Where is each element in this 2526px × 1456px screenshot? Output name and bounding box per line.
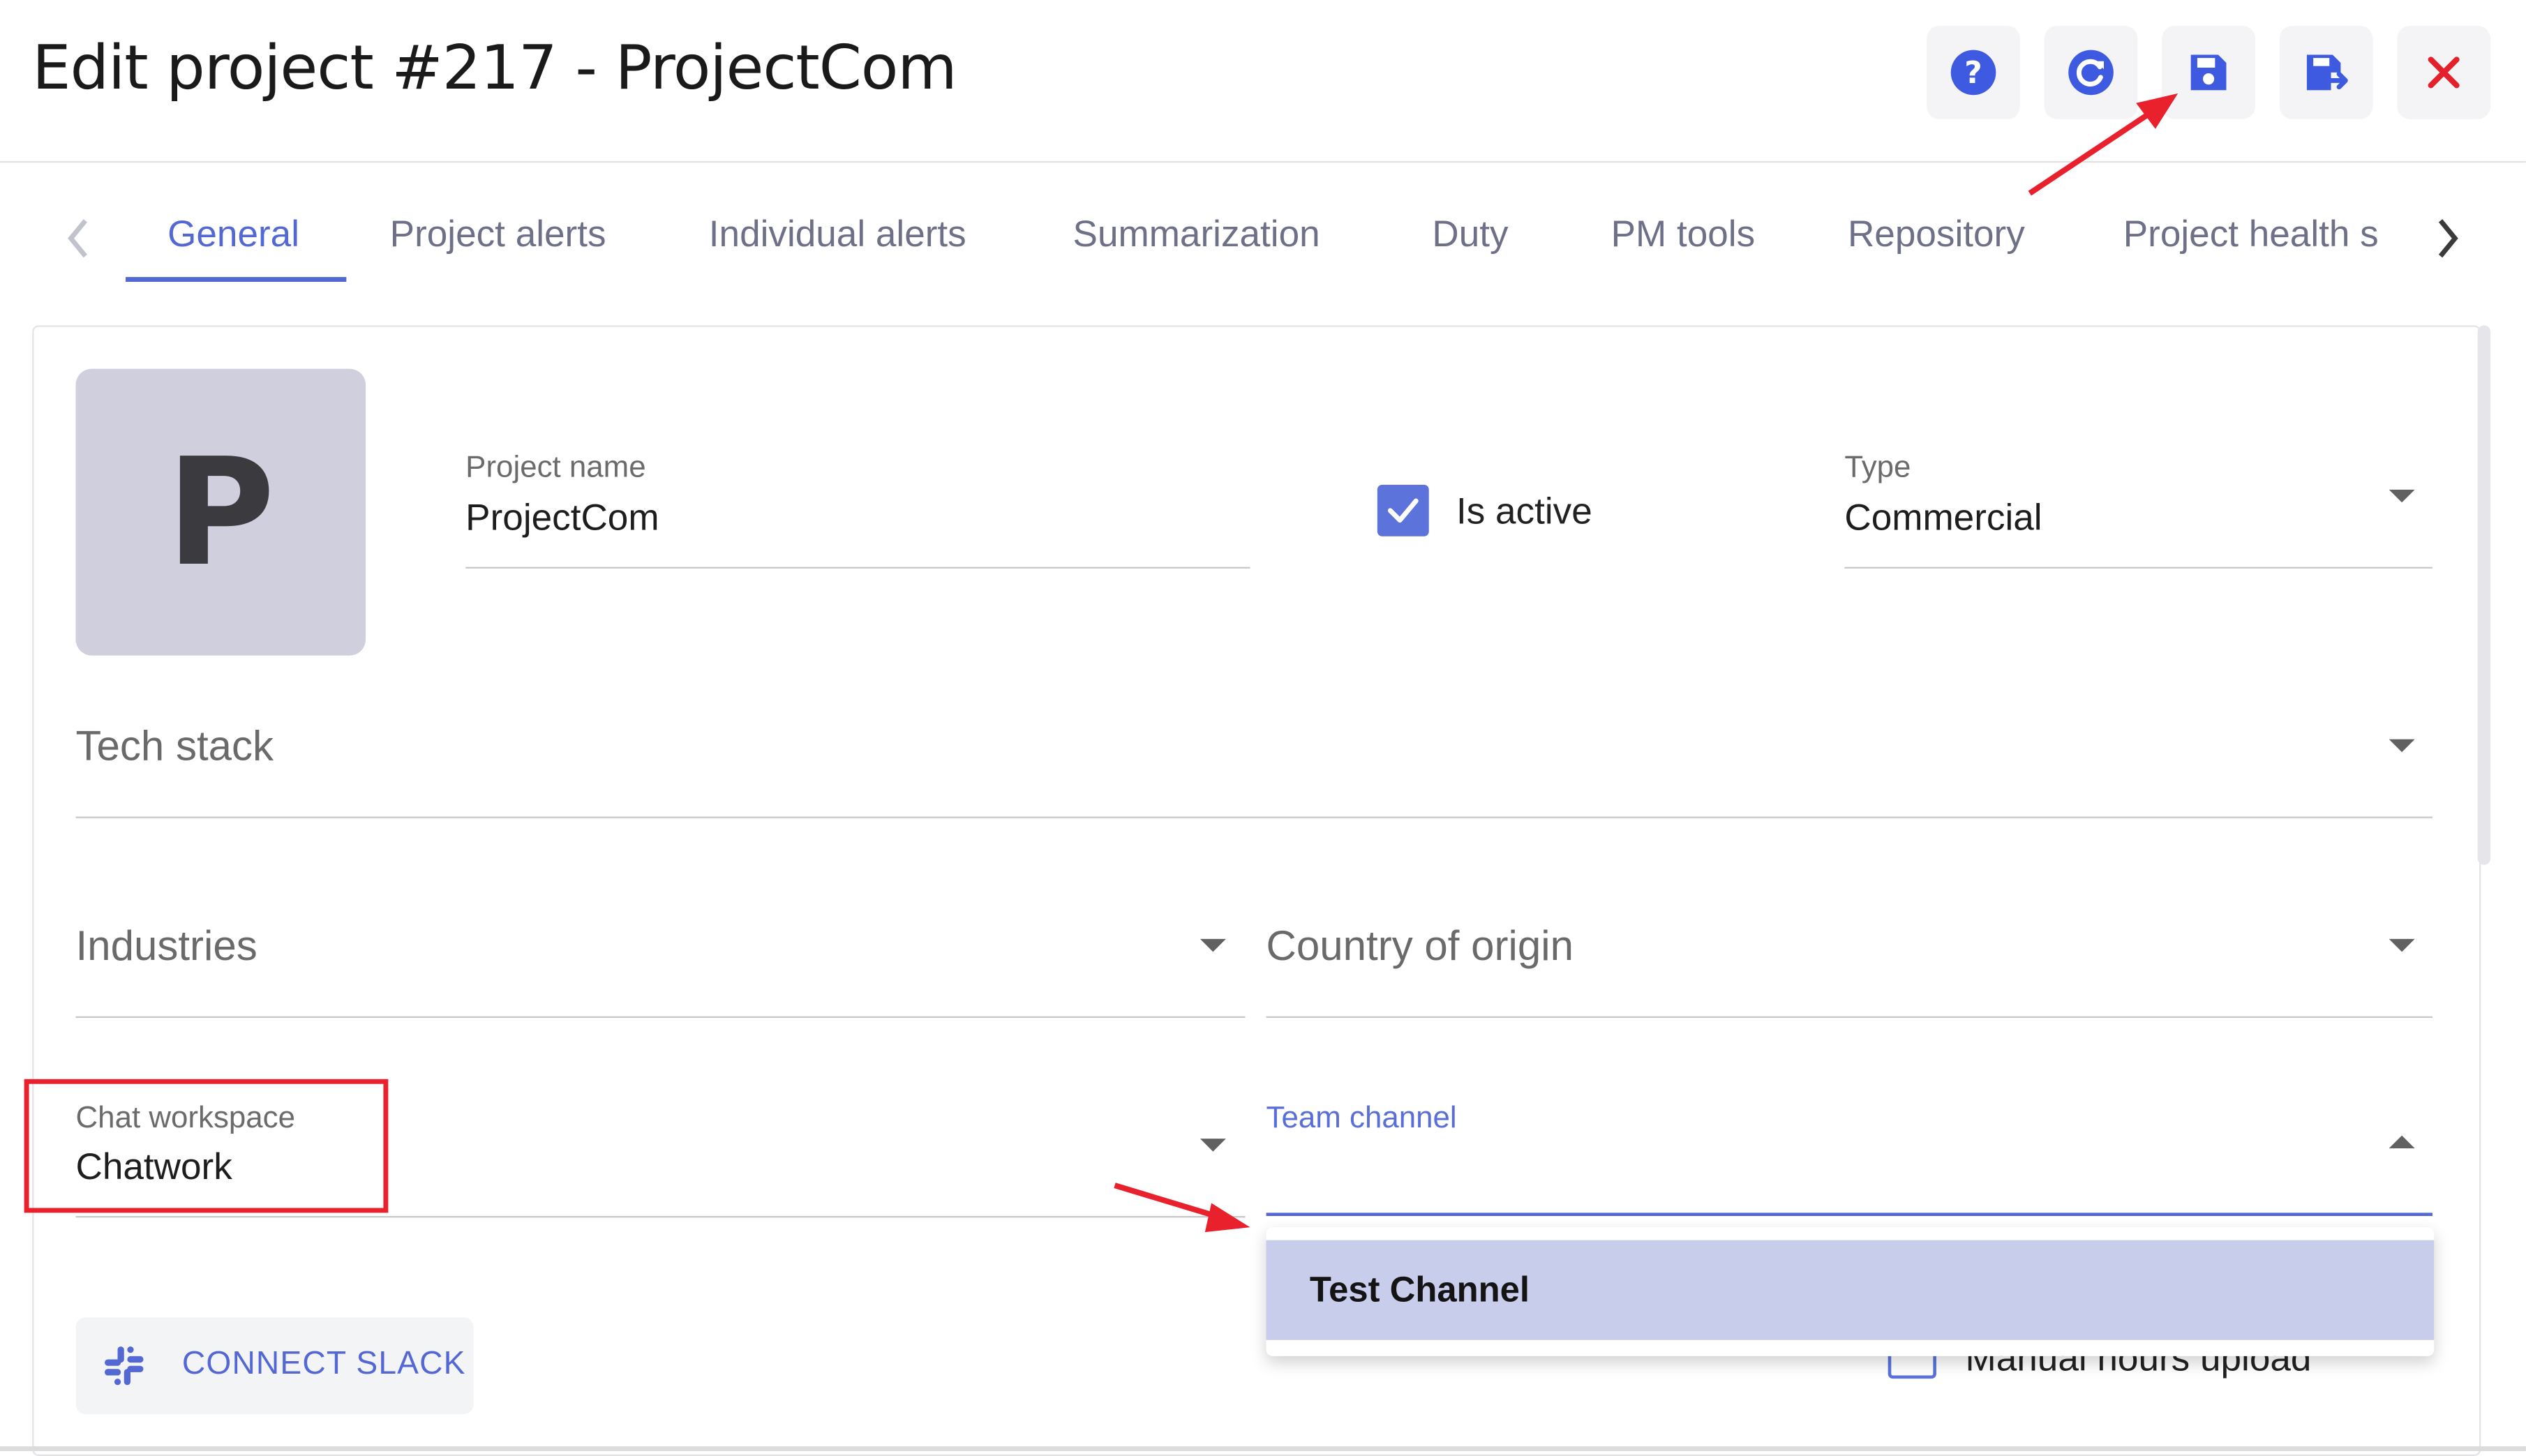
chevron-down-icon [2389, 938, 2415, 952]
dropdown-option-label: Test Channel [1309, 1269, 1530, 1309]
save-and-close-icon [2306, 54, 2348, 91]
project-avatar[interactable]: P [75, 368, 366, 656]
save-icon [2190, 54, 2227, 91]
tab-project-alerts[interactable]: Project alerts [390, 213, 606, 256]
project-name-label: Project name [465, 451, 646, 485]
chevron-up-icon [2389, 1135, 2415, 1149]
tab-bar: General Project alerts Individual alerts… [0, 164, 2526, 293]
reset-icon [2068, 50, 2114, 96]
chevron-down-icon [2389, 489, 2415, 503]
svg-text:?: ? [1964, 55, 1982, 91]
chevron-down-icon [1200, 938, 1226, 952]
type-select[interactable]: Type Commercial [1844, 451, 2432, 569]
type-value: Commercial [1844, 496, 2042, 539]
page-title: Edit project #217 - ProjectCom [32, 32, 957, 103]
connect-slack-label: CONNECT SLACK [181, 1346, 466, 1382]
country-of-origin-select[interactable]: Country of origin [1266, 910, 2432, 1019]
industries-placeholder: Industries [75, 921, 257, 970]
tab-pm-tools[interactable]: PM tools [1611, 213, 1756, 256]
close-icon [2428, 57, 2460, 89]
checkmark-icon [1387, 498, 1419, 523]
chevron-down-icon [1200, 1139, 1226, 1152]
team-channel-dropdown: Test Channel [1266, 1227, 2435, 1356]
reset-button[interactable] [2044, 25, 2138, 119]
tab-general[interactable]: General [167, 213, 299, 256]
chevron-right-icon [2438, 219, 2458, 258]
save-button[interactable] [2162, 25, 2256, 119]
team-channel-label: Team channel [1266, 1102, 1457, 1136]
project-name-field[interactable]: Project name ProjectCom [465, 451, 1250, 569]
tech-stack-placeholder: Tech stack [75, 721, 274, 770]
tabs-scroll-left-button[interactable] [57, 213, 102, 264]
slack-icon [105, 1346, 144, 1386]
tab-project-health[interactable]: Project health s [2123, 213, 2379, 256]
help-icon: ? [1950, 50, 1996, 96]
form-scrollbar[interactable] [2477, 325, 2491, 865]
industries-select[interactable]: Industries [75, 910, 1246, 1019]
annotation-highlight-box [24, 1079, 389, 1213]
is-active-checkbox[interactable] [1377, 484, 1429, 536]
tab-duty[interactable]: Duty [1432, 213, 1508, 256]
country-of-origin-placeholder: Country of origin [1266, 921, 1574, 970]
tab-individual-alerts[interactable]: Individual alerts [709, 213, 966, 256]
team-channel-select[interactable]: Team channel [1266, 1102, 2432, 1216]
is-active-label: Is active [1456, 489, 1592, 532]
dropdown-option-test-channel[interactable]: Test Channel [1266, 1240, 2435, 1340]
help-button[interactable]: ? [1927, 25, 2020, 119]
chevron-down-icon [2389, 739, 2415, 753]
chevron-left-icon [68, 219, 88, 258]
tab-repository[interactable]: Repository [1848, 213, 2025, 256]
bottom-divider [0, 1446, 2526, 1452]
active-tab-indicator [126, 277, 347, 283]
type-label: Type [1844, 451, 1911, 485]
project-name-value: ProjectCom [465, 496, 659, 539]
close-button[interactable] [2397, 25, 2491, 119]
save-and-close-button[interactable] [2279, 25, 2373, 119]
tab-summarization[interactable]: Summarization [1073, 213, 1320, 256]
tabs-scroll-right-button[interactable] [2424, 213, 2469, 264]
tech-stack-select[interactable]: Tech stack [75, 709, 2432, 818]
dialog-header: Edit project #217 - ProjectCom ? [0, 0, 2526, 163]
